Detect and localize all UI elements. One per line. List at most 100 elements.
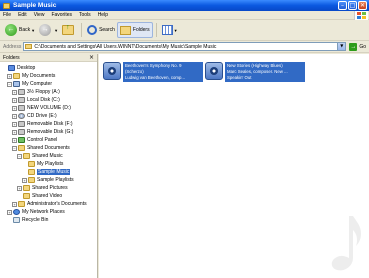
tree-node[interactable]: Desktop (0, 64, 97, 72)
tree-node-label: Desktop (17, 65, 36, 71)
tree-node-label: Removable Disk (F:) (27, 121, 73, 127)
tree-node-label: NEW VOLUME (D:) (27, 105, 71, 111)
tree-node[interactable]: + Removable Disk (F:) (0, 120, 97, 128)
tree-node[interactable]: − Shared Music (0, 152, 97, 160)
tree-node[interactable]: + Control Panel (0, 136, 97, 144)
back-button[interactable]: ← Back ▼ (3, 22, 37, 38)
maximize-button[interactable]: □ (348, 1, 357, 10)
file-item[interactable]: Beethoven's Symphony No. 9 (Scherzo) Lud… (103, 62, 203, 82)
folder-icon (23, 153, 30, 159)
title-bar[interactable]: Sample Music – □ ✕ (0, 0, 369, 11)
expand-icon[interactable]: + (7, 209, 12, 215)
tree-node-label: Shared Pictures (32, 185, 68, 191)
go-label: Go (359, 43, 367, 50)
forward-button[interactable]: → ▼ (37, 22, 60, 38)
address-bar: Address C:\Documents and Settings\All Us… (0, 41, 369, 53)
expand-icon[interactable]: + (12, 129, 17, 135)
menu-help[interactable]: Help (98, 12, 108, 18)
close-icon[interactable]: × (89, 54, 94, 61)
search-button[interactable]: Search (85, 22, 117, 38)
folders-label: Folders (132, 27, 150, 33)
go-button[interactable]: → Go (349, 42, 367, 51)
tree-node-label: Shared Documents (27, 145, 70, 151)
expand-icon[interactable]: + (17, 185, 22, 191)
audio-file-icon (205, 62, 223, 80)
toolbar-separator (155, 23, 157, 37)
file-label: Beethoven's Symphony No. 9 (Scherzo) Lud… (123, 62, 203, 82)
expand-icon[interactable]: + (12, 201, 17, 207)
menu-edit[interactable]: Edit (18, 12, 27, 18)
expand-icon[interactable]: + (7, 73, 12, 79)
folders-icon (119, 25, 131, 35)
expand-icon[interactable]: + (12, 105, 17, 111)
tree-node[interactable]: Shared Video (0, 192, 97, 200)
tree-node[interactable]: + My Network Places (0, 208, 97, 216)
tree-node[interactable]: +3½ Floppy (A:) (0, 88, 97, 96)
tree-node[interactable]: − My Computer (0, 80, 97, 88)
tree-node[interactable]: − Shared Documents (0, 144, 97, 152)
menu-favorites[interactable]: Favorites (51, 12, 72, 18)
tree-node-label: Sample Music (37, 169, 71, 175)
menu-view[interactable]: View (34, 12, 45, 18)
folder-icon (28, 161, 35, 167)
close-button[interactable]: ✕ (358, 1, 367, 10)
folder-icon (23, 193, 30, 199)
address-label: Address (3, 43, 22, 50)
tree-node[interactable]: + Local Disk (C:) (0, 96, 97, 104)
tree-node-label: My Computer (22, 81, 53, 87)
toolbar: ← Back ▼ → ▼ Search Folders ▼ (0, 20, 369, 41)
music-note-watermark-icon (331, 216, 361, 271)
tree-node[interactable]: Recycle Bin (0, 216, 97, 224)
expand-icon[interactable]: + (12, 113, 17, 119)
menu-tools[interactable]: Tools (79, 12, 91, 18)
views-button[interactable]: ▼ (160, 22, 180, 38)
folders-button[interactable]: Folders (116, 22, 153, 38)
expand-icon[interactable]: + (12, 137, 17, 143)
window-title: Sample Music (13, 2, 57, 9)
tree-node[interactable]: + Shared Pictures (0, 184, 97, 192)
computer-icon (13, 81, 20, 87)
up-button[interactable] (60, 22, 78, 38)
folder-icon (3, 2, 10, 9)
expand-icon[interactable]: + (12, 89, 17, 95)
expand-icon[interactable]: + (22, 177, 27, 183)
tree-node[interactable]: + My Documents (0, 72, 97, 80)
folder-icon (18, 145, 25, 151)
tree-node-label: My Network Places (22, 209, 65, 215)
expand-icon[interactable]: + (12, 97, 17, 103)
window-controls: – □ ✕ (338, 1, 367, 10)
forward-arrow-icon: → (39, 24, 52, 36)
tree-node[interactable]: + Administrator's Documents (0, 200, 97, 208)
tree-node[interactable]: + CD Drive (E:) (0, 112, 97, 120)
tree-node[interactable]: + Sample Playlists (0, 176, 97, 184)
tree-node[interactable]: + Removable Disk (G:) (0, 128, 97, 136)
file-item[interactable]: New Stories (Highway Blues) Marc Seales,… (205, 62, 305, 82)
collapse-icon[interactable]: − (12, 145, 17, 151)
file-label: New Stories (Highway Blues) Marc Seales,… (225, 62, 305, 82)
tree-node-label: Recycle Bin (22, 217, 49, 223)
explorer-window: Sample Music – □ ✕ File Edit View Favori… (0, 0, 369, 278)
folder-tree: Desktop + My Documents − My Computer +3½ Flop… (0, 62, 97, 224)
folders-pane-title: Folders (3, 54, 20, 61)
folder-icon (28, 169, 35, 175)
collapse-icon[interactable]: − (17, 153, 22, 159)
back-label: Back (19, 27, 31, 33)
tree-node[interactable]: + NEW VOLUME (D:) (0, 104, 97, 112)
chevron-down-icon: ▼ (173, 27, 178, 33)
drive-icon (18, 89, 25, 95)
tree-node-label: Removable Disk (G:) (27, 129, 74, 135)
minimize-button[interactable]: – (338, 1, 347, 10)
folder-icon (23, 185, 30, 191)
menu-file[interactable]: File (3, 12, 11, 18)
chevron-down-icon[interactable]: ▼ (337, 43, 346, 50)
tree-node[interactable]: Sample Music (0, 168, 97, 176)
tree-node-label: Sample Playlists (37, 177, 74, 183)
collapse-icon[interactable]: − (7, 81, 12, 87)
folder-up-icon (62, 24, 75, 35)
expand-icon[interactable]: + (12, 121, 17, 127)
address-input[interactable]: C:\Documents and Settings\All Users.WINN… (23, 42, 347, 51)
chevron-down-icon: ▼ (31, 27, 36, 33)
tree-node[interactable]: My Playlists (0, 160, 97, 168)
